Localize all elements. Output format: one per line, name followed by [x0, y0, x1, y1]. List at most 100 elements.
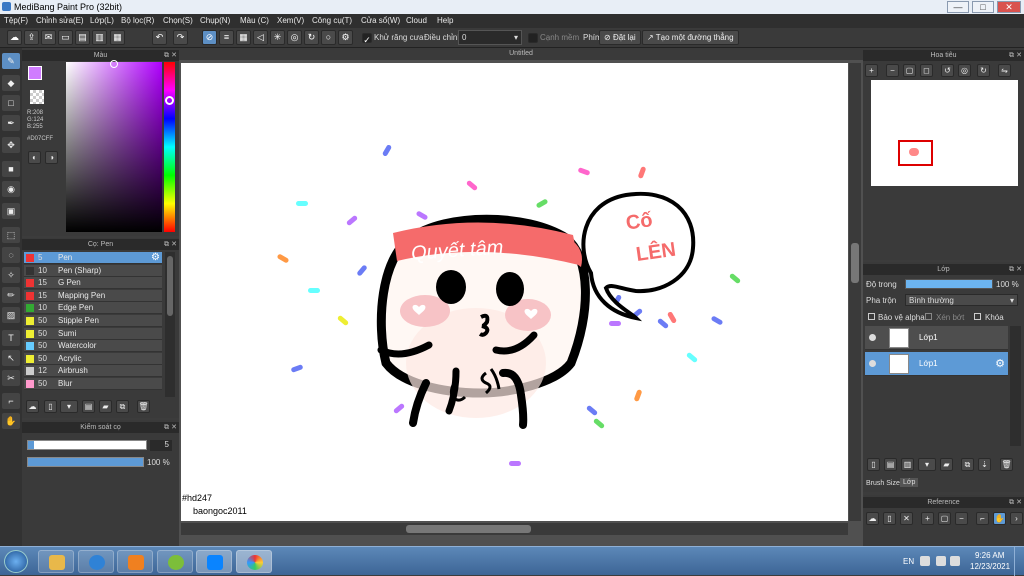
zoom-in-icon[interactable]: +: [865, 64, 878, 77]
show-desktop-button[interactable]: [1014, 547, 1024, 576]
fit-screen-icon[interactable]: ▢: [903, 64, 916, 77]
cloud-icon[interactable]: ☁: [7, 30, 22, 45]
select-eraser-icon[interactable]: ▨: [2, 307, 20, 323]
export-icon[interactable]: ⇪: [24, 30, 39, 45]
grid-icon[interactable]: ▦: [110, 30, 125, 45]
operation-tool-icon[interactable]: ↖: [2, 350, 20, 366]
eye-icon[interactable]: [869, 360, 876, 367]
ref-more-icon[interactable]: ›: [1010, 512, 1023, 525]
move-tool-icon[interactable]: ✥: [2, 137, 20, 153]
menu-snap[interactable]: Chụp(N): [200, 16, 230, 25]
menu-cloud[interactable]: Cloud: [406, 16, 427, 25]
brush-item[interactable]: 10 Pen (Sharp): [24, 264, 162, 277]
divide-tool-icon[interactable]: ✂: [2, 370, 20, 386]
color-sv-square[interactable]: [66, 62, 162, 232]
page-icon[interactable]: ▥: [92, 30, 107, 45]
ref-fit-icon[interactable]: ▢: [938, 512, 951, 525]
clipping-checkbox[interactable]: [925, 313, 932, 320]
new-halftone-layer-icon[interactable]: ▤: [884, 458, 897, 471]
close-button[interactable]: ✕: [997, 1, 1021, 13]
hue-slider[interactable]: [164, 62, 175, 232]
brush-settings-icon[interactable]: ▤: [82, 400, 95, 413]
rotate-reset-icon[interactable]: ◎: [958, 64, 971, 77]
bucket-tool-icon[interactable]: ◉: [2, 181, 20, 197]
parallel-snap-icon[interactable]: ≡: [219, 30, 234, 45]
brush-item[interactable]: 50 Blur: [24, 378, 162, 390]
flip-icon[interactable]: ⇋: [998, 64, 1011, 77]
taskbar-media[interactable]: [117, 550, 153, 573]
tray-icon[interactable]: [920, 556, 930, 566]
brush-size-value[interactable]: 5: [150, 440, 172, 451]
taskbar-coccoc[interactable]: [157, 550, 193, 573]
brush-item[interactable]: 50 Stipple Pen: [24, 315, 162, 327]
add-brush-icon[interactable]: ▾: [60, 400, 78, 413]
drawing-canvas[interactable]: Quyết tâm Cố LÊN #hd247 baongoc2011: [181, 63, 848, 521]
text-tool-icon[interactable]: T: [2, 330, 20, 346]
navigator-preview[interactable]: [871, 80, 1018, 186]
volume-icon[interactable]: [950, 556, 960, 566]
taskbar-medibang[interactable]: [236, 550, 272, 573]
canvas-hscrollbar[interactable]: [181, 523, 848, 535]
menu-view[interactable]: Xem(V): [277, 16, 304, 25]
add-layer-menu-icon[interactable]: ▾: [918, 458, 936, 471]
pen-tool-icon[interactable]: ✒: [2, 115, 20, 131]
brush-settings-gear-icon[interactable]: ⚙: [151, 252, 160, 263]
menu-filter[interactable]: Bộ lọc(R): [121, 16, 154, 25]
radial-snap-icon[interactable]: ✳: [270, 30, 285, 45]
network-icon[interactable]: [936, 556, 946, 566]
adjust-field[interactable]: 0 ▾: [458, 30, 522, 45]
brush-size-slider[interactable]: [27, 440, 147, 450]
ref-eyedropper-icon[interactable]: ⌐: [976, 512, 989, 525]
brush-opacity-slider[interactable]: [27, 457, 144, 467]
menu-window[interactable]: Cửa sổ(W): [361, 16, 400, 25]
ref-cloud-icon[interactable]: ☁: [866, 512, 879, 525]
lasso-tool-icon[interactable]: ◌: [2, 247, 20, 263]
rotate-left-icon[interactable]: ↺: [941, 64, 954, 77]
gradient-tool-icon[interactable]: ▣: [2, 203, 20, 219]
reset-button[interactable]: ⊘ Đặt lại: [599, 30, 641, 45]
layer-row[interactable]: Lớp1: [865, 326, 1008, 350]
menu-color[interactable]: Màu (C): [240, 16, 269, 25]
taskbar-zalo[interactable]: [196, 550, 232, 573]
lock-checkbox[interactable]: [974, 313, 981, 320]
new-8bit-layer-icon[interactable]: ▥: [901, 458, 914, 471]
antialias-checkbox[interactable]: ✓: [362, 33, 372, 45]
undo-icon[interactable]: ↶: [152, 30, 167, 45]
brush-item[interactable]: 50 Sumi: [24, 327, 162, 340]
canvas-vscrollbar[interactable]: [849, 63, 861, 521]
layer-opacity-slider[interactable]: [905, 279, 993, 289]
brush-item[interactable]: 5 Pen ⚙: [24, 252, 162, 264]
redo-icon[interactable]: ↷: [173, 30, 188, 45]
straight-line-button[interactable]: ↗ Tạo một đường thẳng: [642, 30, 739, 45]
vanishing-snap-icon[interactable]: ◁: [253, 30, 268, 45]
eraser-tool-icon[interactable]: ◆: [2, 75, 20, 91]
taskbar-explorer[interactable]: [38, 550, 74, 573]
color-picker-cursor[interactable]: [110, 60, 118, 68]
soft-edge-checkbox[interactable]: [528, 33, 538, 43]
cross-snap-icon[interactable]: ▦: [236, 30, 251, 45]
maximize-button[interactable]: □: [972, 1, 994, 13]
menu-tools[interactable]: Công cụ(T): [312, 16, 352, 25]
layer-row-selected[interactable]: Lớp1 ⚙: [865, 352, 1008, 376]
ref-zoom-out-icon[interactable]: −: [955, 512, 968, 525]
brush-item[interactable]: 12 Airbrush: [24, 365, 162, 378]
concentric-snap-icon[interactable]: ◎: [287, 30, 302, 45]
brush-list-scrollbar[interactable]: [165, 252, 175, 397]
tab-layer[interactable]: Lớp: [900, 478, 919, 487]
hue-slider-handle[interactable]: [165, 96, 174, 105]
template-icon[interactable]: ▤: [75, 30, 90, 45]
new-brush-icon[interactable]: ▯: [44, 400, 57, 413]
select-pen-icon[interactable]: ✏: [2, 287, 20, 303]
zoom-out-icon[interactable]: −: [886, 64, 899, 77]
merge-layer-icon[interactable]: ⇣: [978, 458, 991, 471]
eyedropper-tool-icon[interactable]: ⌐: [2, 393, 20, 409]
magic-wand-icon[interactable]: ✧: [2, 267, 20, 283]
eye-icon[interactable]: [869, 334, 876, 341]
brush-item[interactable]: 50 Acrylic: [24, 352, 162, 365]
no-snap-icon[interactable]: ⊘: [202, 30, 217, 45]
layer-folder-icon[interactable]: ▰: [940, 458, 953, 471]
settings-snap-icon[interactable]: ⚙: [338, 30, 353, 45]
select-tool-icon[interactable]: ⬚: [2, 227, 20, 243]
ref-close-icon[interactable]: ✕: [900, 512, 913, 525]
transparent-swatch[interactable]: [30, 90, 44, 104]
